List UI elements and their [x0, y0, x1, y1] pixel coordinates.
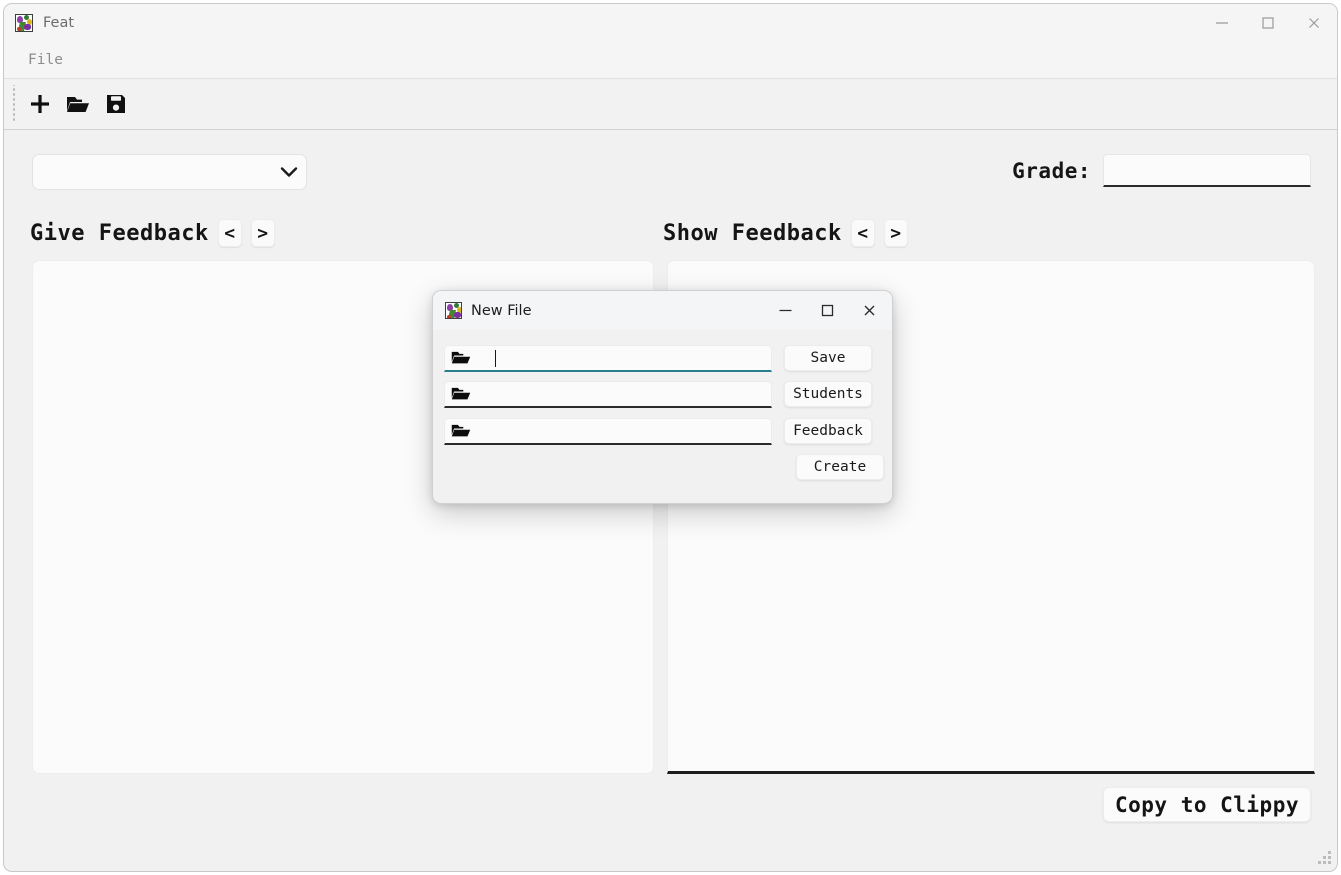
- dialog-row-students: Students: [444, 380, 884, 408]
- new-file-button[interactable]: [22, 84, 58, 124]
- students-button[interactable]: Students: [784, 381, 872, 407]
- maximize-icon: [1262, 17, 1274, 29]
- titlebar: Feat: [4, 4, 1337, 42]
- give-feedback-next-button[interactable]: >: [250, 219, 275, 247]
- close-icon: [1309, 18, 1319, 28]
- maximize-icon: [821, 304, 833, 317]
- show-feedback-prev-button[interactable]: <: [850, 219, 875, 247]
- menu-item-file[interactable]: File: [28, 52, 63, 68]
- show-feedback-next-button[interactable]: >: [883, 219, 908, 247]
- toolbar-drag-handle[interactable]: [10, 85, 20, 123]
- open-folder-icon[interactable]: [448, 386, 474, 402]
- dialog-window-controls: [764, 291, 890, 330]
- open-file-button[interactable]: [60, 84, 96, 124]
- copy-to-clippy-button[interactable]: Copy to Clippy: [1102, 787, 1311, 822]
- save-file-button[interactable]: [98, 84, 134, 124]
- grade-label: Grade:: [1012, 158, 1091, 183]
- dialog-titlebar: New File: [433, 291, 892, 330]
- feedback-button[interactable]: Feedback: [784, 418, 872, 444]
- give-feedback-prev-button[interactable]: <: [217, 219, 242, 247]
- resize-grip[interactable]: [1317, 851, 1332, 866]
- dialog-row-create: Create: [444, 453, 884, 481]
- student-select[interactable]: [32, 154, 307, 190]
- students-path-input[interactable]: [474, 381, 771, 406]
- chevron-down-icon: [272, 166, 306, 178]
- save-path-field[interactable]: [444, 344, 772, 372]
- dialog-close-button[interactable]: [848, 291, 890, 330]
- students-path-field[interactable]: [444, 380, 772, 408]
- plus-icon: [31, 95, 49, 113]
- close-icon: [864, 305, 874, 316]
- give-feedback-title: Give Feedback: [30, 220, 209, 246]
- dialog-row-save: Save: [444, 344, 884, 372]
- dialog-minimize-button[interactable]: [764, 291, 806, 330]
- open-folder-icon[interactable]: [448, 350, 474, 366]
- show-feedback-header: Show Feedback < >: [663, 219, 908, 247]
- save-button[interactable]: Save: [784, 345, 872, 371]
- create-button[interactable]: Create: [796, 454, 884, 480]
- dialog-maximize-button[interactable]: [806, 291, 848, 330]
- app-logo-icon: [15, 14, 33, 32]
- dialog-title: New File: [471, 302, 532, 319]
- dialog-row-feedback: Feedback: [444, 417, 884, 445]
- window-controls: [1199, 4, 1337, 42]
- give-feedback-header: Give Feedback < >: [30, 219, 275, 247]
- minimize-icon: [1216, 22, 1228, 24]
- open-folder-icon: [67, 97, 89, 112]
- feedback-path-field[interactable]: [444, 417, 772, 445]
- feedback-path-input[interactable]: [474, 418, 771, 443]
- toolbar: [4, 79, 1337, 130]
- save-path-input[interactable]: [474, 345, 771, 370]
- application-window: Feat File Grade: Give Feedback < > Show …: [3, 3, 1338, 872]
- dialog-body: Save Students Feedback Create: [433, 330, 892, 503]
- floppy-disk-save-icon: [107, 95, 125, 113]
- minimize-icon: [779, 309, 791, 312]
- grade-input[interactable]: [1103, 154, 1311, 187]
- maximize-button[interactable]: [1245, 4, 1291, 42]
- open-folder-icon[interactable]: [448, 423, 474, 439]
- show-feedback-title: Show Feedback: [663, 220, 842, 246]
- window-title: Feat: [43, 15, 75, 31]
- new-file-dialog: New File Save Students Feedback Create: [432, 290, 893, 504]
- grade-row: Grade:: [1012, 154, 1311, 187]
- close-button[interactable]: [1291, 4, 1337, 42]
- text-cursor: [495, 349, 496, 367]
- menubar: File: [4, 42, 1337, 79]
- app-logo-icon: [445, 302, 462, 319]
- minimize-button[interactable]: [1199, 4, 1245, 42]
